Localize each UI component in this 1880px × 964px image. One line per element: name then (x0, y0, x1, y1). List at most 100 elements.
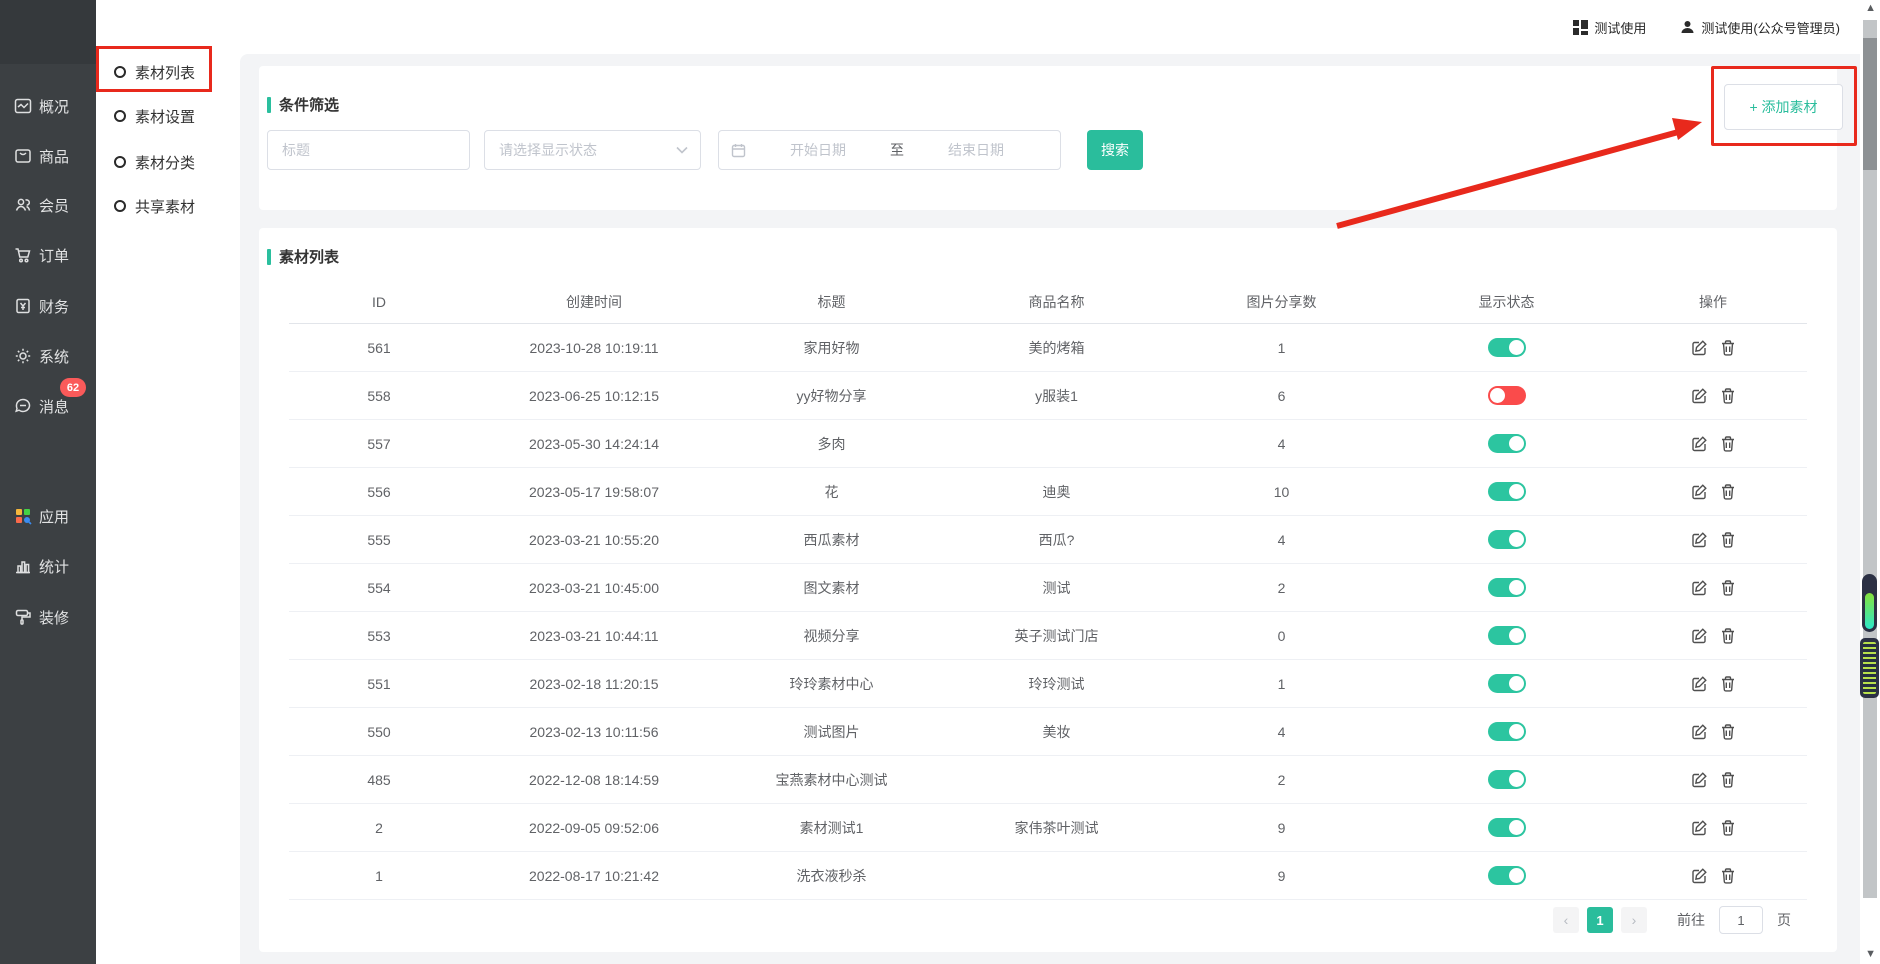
status-toggle[interactable] (1488, 818, 1526, 837)
column-header-shares: 图片分享数 (1169, 292, 1394, 312)
scrollbar-up-arrow[interactable]: ▲ (1865, 2, 1876, 14)
workspace-switcher[interactable]: 测试使用 (1573, 18, 1646, 37)
cell-shares: 2 (1169, 580, 1394, 596)
delete-icon[interactable] (1720, 339, 1736, 356)
cell-status (1394, 434, 1619, 453)
delete-icon[interactable] (1720, 723, 1736, 740)
edit-icon[interactable] (1691, 579, 1708, 596)
edit-icon[interactable] (1691, 387, 1708, 404)
sidebar-item-material-category[interactable]: 素材分类 (96, 145, 240, 179)
delete-icon[interactable] (1720, 771, 1736, 788)
cell-status (1394, 482, 1619, 501)
cell-title: 花 (719, 482, 944, 502)
edit-icon[interactable] (1691, 819, 1708, 836)
cell-status (1394, 626, 1619, 645)
sidebar-item-apps[interactable]: 应用 (0, 501, 96, 531)
delete-icon[interactable] (1720, 675, 1736, 692)
delete-icon[interactable] (1720, 435, 1736, 452)
sidebar-item-stats[interactable]: 统计 (0, 551, 96, 581)
sidebar-item-members[interactable]: 会员 (0, 190, 96, 220)
title-search-input[interactable] (267, 130, 470, 170)
status-toggle[interactable] (1488, 626, 1526, 645)
sidebar-item-decorate[interactable]: 装修 (0, 602, 96, 632)
cell-id: 485 (289, 772, 469, 788)
cell-actions (1619, 339, 1807, 356)
filter-card: 条件筛选 请选择显示状态 开始日期 至 结束日期 搜索 + 添加素材 (259, 66, 1837, 210)
edit-icon[interactable] (1691, 723, 1708, 740)
cell-title: 素材测试1 (719, 818, 944, 838)
cell-shares: 4 (1169, 724, 1394, 740)
status-toggle[interactable] (1488, 674, 1526, 693)
delete-icon[interactable] (1720, 483, 1736, 500)
sidebar-item-shared-material[interactable]: 共享素材 (96, 189, 240, 223)
sidebar-item-system[interactable]: 系统 (0, 341, 96, 371)
cell-id: 557 (289, 436, 469, 452)
sub-item-label: 素材设置 (135, 106, 195, 127)
status-toggle[interactable] (1488, 578, 1526, 597)
delete-icon[interactable] (1720, 627, 1736, 644)
sidebar-item-finance[interactable]: 财务 (0, 291, 96, 321)
cell-created: 2023-05-30 14:24:14 (469, 436, 719, 452)
date-range-picker[interactable]: 开始日期 至 结束日期 (718, 130, 1061, 170)
status-toggle[interactable] (1488, 434, 1526, 453)
status-toggle[interactable] (1488, 770, 1526, 789)
cell-created: 2022-08-17 10:21:42 (469, 868, 719, 884)
delete-icon[interactable] (1720, 387, 1736, 404)
delete-icon[interactable] (1720, 867, 1736, 884)
cell-shares: 1 (1169, 340, 1394, 356)
edit-icon[interactable] (1691, 483, 1708, 500)
top-header: 门店-收银台 测试使用 测试使用(公众号管理员) (96, 0, 1880, 54)
sidebar-item-material-list[interactable]: 素材列表 (96, 55, 240, 89)
scrollbar-thumb[interactable] (1863, 38, 1877, 170)
table-row: 557 2023-05-30 14:24:14 多肉 4 (289, 420, 1807, 468)
user-menu[interactable]: 测试使用(公众号管理员) (1680, 18, 1840, 37)
cell-title: 视频分享 (719, 626, 944, 646)
cell-title: 宝燕素材中心测试 (719, 770, 944, 790)
goto-page-input[interactable] (1719, 906, 1763, 934)
date-to-label: 至 (890, 140, 904, 160)
status-toggle[interactable] (1488, 866, 1526, 885)
cell-actions (1619, 483, 1807, 500)
cell-status (1394, 386, 1619, 405)
cell-title: 测试图片 (719, 722, 944, 742)
edit-icon[interactable] (1691, 771, 1708, 788)
prev-page-button[interactable]: ‹ (1553, 907, 1579, 933)
sidebar-item-material-settings[interactable]: 素材设置 (96, 99, 240, 133)
cell-created: 2023-03-21 10:44:11 (469, 628, 719, 644)
edit-icon[interactable] (1691, 867, 1708, 884)
edit-icon[interactable] (1691, 627, 1708, 644)
status-toggle[interactable] (1488, 530, 1526, 549)
finance-icon (14, 297, 32, 315)
delete-icon[interactable] (1720, 819, 1736, 836)
next-page-button[interactable]: › (1621, 907, 1647, 933)
cell-actions (1619, 435, 1807, 452)
sidebar-item-orders[interactable]: 订单 (0, 240, 96, 270)
current-page-button[interactable]: 1 (1587, 907, 1613, 933)
edit-icon[interactable] (1691, 339, 1708, 356)
header-actions: 测试使用 测试使用(公众号管理员) (1573, 0, 1840, 54)
status-toggle[interactable] (1488, 338, 1526, 357)
search-button[interactable]: 搜索 (1087, 130, 1143, 170)
material-list-card: 素材列表 ID 创建时间 标题 商品名称 图片分享数 显示状态 操作 561 2… (259, 228, 1837, 952)
sidebar-item-label: 应用 (39, 506, 69, 527)
chevron-down-icon (676, 146, 688, 154)
cell-product: 测试 (944, 578, 1169, 598)
delete-icon[interactable] (1720, 531, 1736, 548)
cell-id: 550 (289, 724, 469, 740)
edit-icon[interactable] (1691, 435, 1708, 452)
edit-icon[interactable] (1691, 675, 1708, 692)
add-material-button[interactable]: + 添加素材 (1724, 84, 1843, 130)
status-toggle[interactable] (1488, 722, 1526, 741)
status-toggle[interactable] (1488, 482, 1526, 501)
cell-created: 2022-09-05 09:52:06 (469, 820, 719, 836)
status-toggle[interactable] (1488, 386, 1526, 405)
delete-icon[interactable] (1720, 579, 1736, 596)
sidebar-item-overview[interactable]: 概况 (0, 91, 96, 121)
scrollbar-down-arrow[interactable]: ▼ (1865, 948, 1876, 960)
display-status-select[interactable]: 请选择显示状态 (484, 130, 701, 170)
cell-shares: 6 (1169, 388, 1394, 404)
cell-created: 2023-02-13 10:11:56 (469, 724, 719, 740)
table-body: 561 2023-10-28 10:19:11 家用好物 美的烤箱 1 558 … (289, 324, 1807, 900)
edit-icon[interactable] (1691, 531, 1708, 548)
sidebar-item-goods[interactable]: 商品 (0, 141, 96, 171)
